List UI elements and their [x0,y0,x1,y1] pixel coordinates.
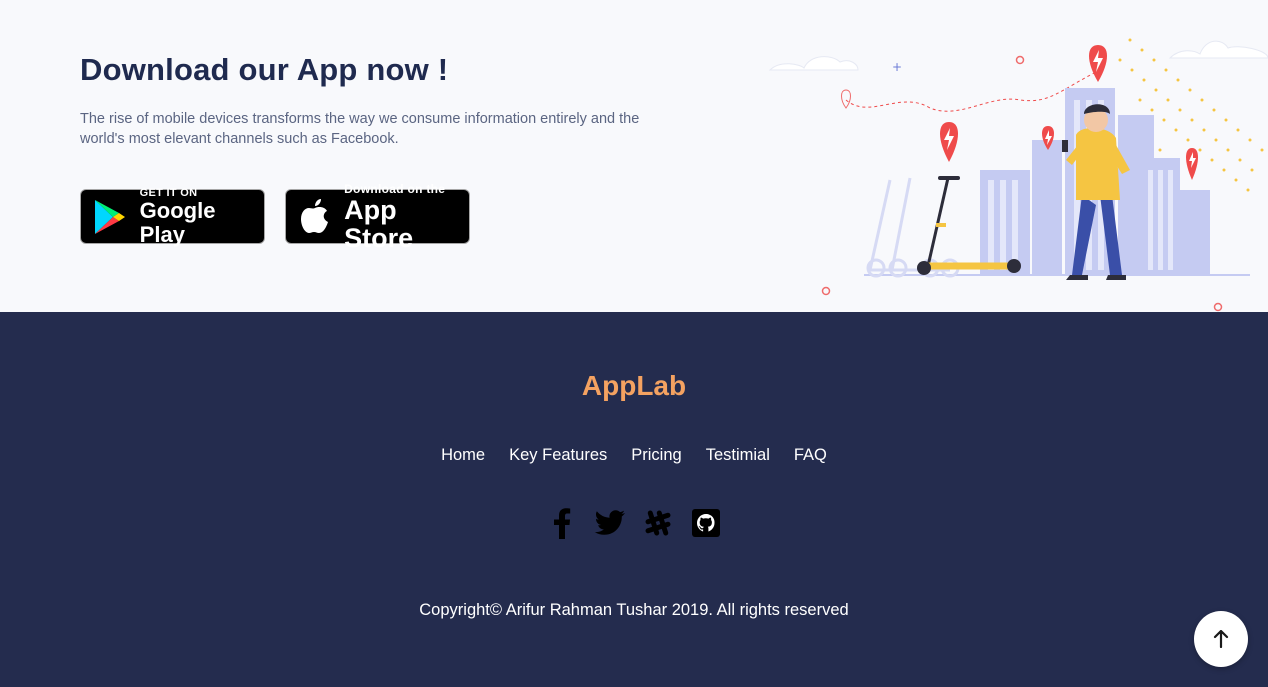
download-section: Download our App now ! The rise of mobil… [0,0,1268,312]
download-title: Download our App now ! [80,52,449,87]
google-play-button[interactable]: GET IT ON Google Play [80,186,265,247]
app-store-small-text: Download on the [344,181,446,196]
apple-icon [286,189,344,244]
footer-brand-logo[interactable]: AppLab [0,370,1268,402]
footer-nav-key-features[interactable]: Key Features [509,446,607,465]
twitter-icon[interactable] [594,506,626,540]
facebook-icon[interactable] [546,506,578,540]
google-play-big-text: Google Play [139,197,216,247]
back-to-top-button[interactable] [1194,611,1248,667]
google-play-icon [81,189,140,244]
city-scooter-illustration: + [760,20,1268,312]
google-play-small-text: GET IT ON [139,186,198,199]
arrow-up-icon [1213,630,1229,648]
footer-nav-testimonial[interactable]: Testimial [706,446,770,465]
footer-nav-pricing[interactable]: Pricing [631,446,681,465]
social-links [0,506,1268,540]
github-icon[interactable] [690,506,722,540]
footer-nav-home[interactable]: Home [441,446,485,465]
app-store-big-text: App Store [344,194,414,253]
footer-nav-faq[interactable]: FAQ [794,446,827,465]
app-store-button[interactable]: Download on the App Store [285,182,470,252]
svg-text:+: + [892,60,902,74]
slack-icon[interactable] [642,506,674,540]
copyright-text: Copyright© Arifur Rahman Tushar 2019. Al… [419,601,849,619]
footer-nav: Home Key Features Pricing Testimial FAQ [0,446,1268,465]
download-description: The rise of mobile devices transforms th… [80,111,640,147]
